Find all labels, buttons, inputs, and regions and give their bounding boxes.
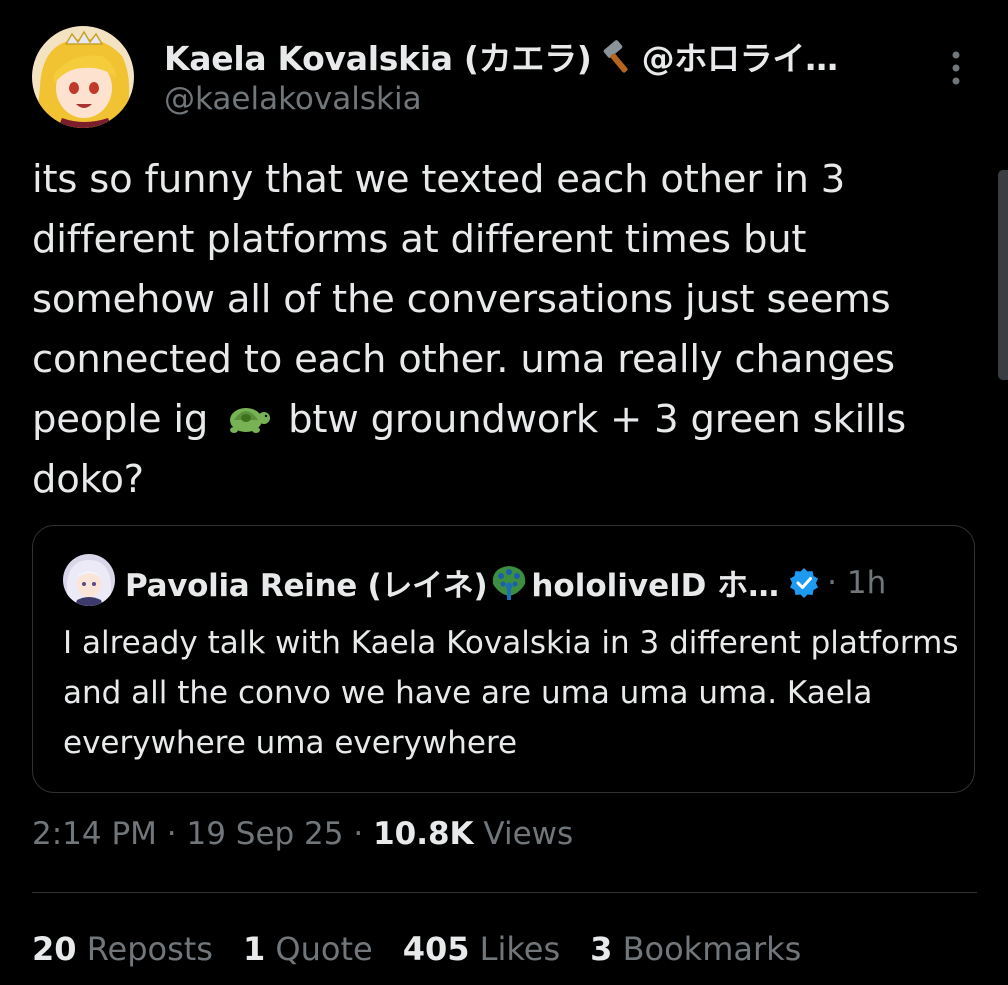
verified-badge-icon xyxy=(789,567,819,598)
likes-label: Likes xyxy=(469,930,561,968)
quotes-count: 1 xyxy=(242,930,266,968)
views-count: 10.8K xyxy=(373,816,474,852)
author-name-text: Kaela Kovalskia (カエラ) xyxy=(164,39,592,78)
bookmarks-stat[interactable]: 3 Bookmarks xyxy=(590,930,801,968)
bookmarks-label: Bookmarks xyxy=(612,930,802,968)
reposts-stat[interactable]: 20 Reposts xyxy=(32,930,213,968)
tweet-meta: 2:14 PM · 19 Sep 25 · 10.8K Views xyxy=(32,816,573,852)
likes-stat[interactable]: 405 Likes xyxy=(403,930,560,968)
author-avatar[interactable] xyxy=(32,26,134,128)
turtle-emoji-icon xyxy=(224,396,272,440)
reposts-label: Reposts xyxy=(76,930,213,968)
more-vertical-icon[interactable] xyxy=(944,48,968,88)
tweet-timestamp[interactable]: 2:14 PM · 19 Sep 25 · xyxy=(32,816,373,852)
quote-text: I already talk with Kaela Kovalskia in 3… xyxy=(63,625,959,761)
quote-timestamp: · 1h xyxy=(827,564,887,601)
divider xyxy=(32,892,977,893)
tweet-text: its so funny that we texted each other i… xyxy=(32,150,992,510)
quotes-label: Quote xyxy=(265,930,373,968)
views-label: Views xyxy=(473,816,574,852)
hammer-icon xyxy=(600,38,636,74)
author-display-name[interactable]: Kaela Kovalskia (カエラ) @ホロライ… xyxy=(164,32,838,80)
author-handle[interactable]: @kaelakovalskia xyxy=(164,81,422,117)
quote-author-avatar xyxy=(63,554,115,606)
likes-count: 405 xyxy=(402,930,470,968)
bookmarks-count: 3 xyxy=(590,930,613,968)
author-name-suffix: @ホロライ… xyxy=(641,39,839,78)
quote-author-name-suffix: hololiveID ホ… xyxy=(531,568,780,604)
reposts-count: 20 xyxy=(32,930,77,968)
peacock-emoji-icon xyxy=(489,564,529,602)
engagement-stats: 20 Reposts 1 Quote 405 Likes 3 Bookmarks xyxy=(32,930,831,968)
quoted-tweet-card[interactable]: Pavolia Reine (レイネ) hololiveID ホ… · 1h I… xyxy=(32,525,975,793)
quote-header: Pavolia Reine (レイネ) hololiveID ホ… · 1h xyxy=(125,560,886,605)
quote-author-name: Pavolia Reine (レイネ) xyxy=(125,568,488,604)
scrollbar-thumb[interactable] xyxy=(998,170,1008,380)
quotes-stat[interactable]: 1 Quote xyxy=(243,930,373,968)
